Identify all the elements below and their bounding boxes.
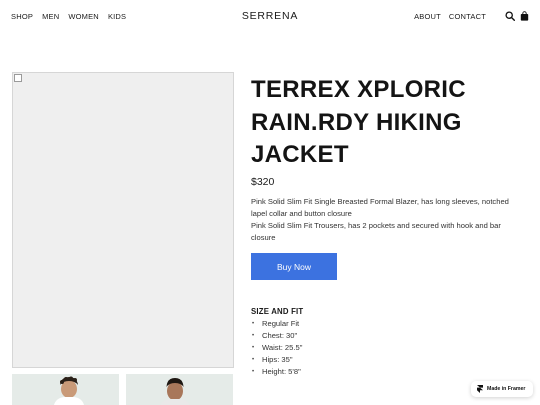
framer-badge-label: Made in Framer: [487, 386, 526, 392]
nav-link-women[interactable]: WOMEN: [68, 12, 99, 21]
size-list-item: Regular Fit: [251, 318, 302, 330]
nav-link-shop[interactable]: SHOP: [11, 12, 33, 21]
product-thumbnail-2[interactable]: [126, 374, 233, 405]
nav-link-contact[interactable]: CONTACT: [449, 12, 486, 21]
broken-image-icon: [14, 74, 22, 82]
description-line-2: Pink Solid Slim Fit Trousers, has 2 pock…: [251, 221, 501, 242]
product-price: $320: [251, 176, 275, 188]
product-description: Pink Solid Slim Fit Single Breasted Form…: [251, 196, 527, 244]
framer-logo-icon: [477, 385, 483, 393]
size-list-item: Chest: 30": [251, 330, 302, 342]
cart-button[interactable]: [518, 10, 530, 22]
brand-logo[interactable]: SERRENA: [242, 10, 298, 22]
nav-link-men[interactable]: MEN: [42, 12, 59, 21]
model-photo-1: [12, 374, 119, 405]
product-title: TERREX XPLORIC RAIN.RDY HIKING JACKET: [251, 76, 466, 168]
description-line-1: Pink Solid Slim Fit Single Breasted Form…: [251, 197, 509, 218]
size-list-item: Height: 5'8": [251, 366, 302, 378]
size-and-fit-list: Regular Fit Chest: 30" Waist: 25.5" Hips…: [251, 318, 302, 378]
size-list-item: Waist: 25.5": [251, 342, 302, 354]
primary-nav: SHOP MEN WOMEN KIDS: [11, 12, 126, 21]
secondary-nav: ABOUT CONTACT: [414, 12, 486, 21]
top-navigation: SHOP MEN WOMEN KIDS SERRENA ABOUT CONTAC…: [0, 0, 540, 34]
buy-now-button[interactable]: Buy Now: [251, 253, 337, 280]
product-main-image[interactable]: [12, 72, 234, 368]
nav-link-about[interactable]: ABOUT: [414, 12, 441, 21]
product-thumbnail-1[interactable]: [12, 374, 119, 405]
size-list-item: Hips: 35": [251, 354, 302, 366]
nav-link-kids[interactable]: KIDS: [108, 12, 126, 21]
made-in-framer-badge[interactable]: Made in Framer: [471, 381, 533, 397]
search-button[interactable]: [504, 10, 516, 22]
search-icon: [505, 11, 515, 21]
size-and-fit-heading: SIZE AND FIT: [251, 307, 304, 316]
shopping-bag-icon: [520, 11, 528, 21]
model-photo-2: [126, 374, 233, 405]
